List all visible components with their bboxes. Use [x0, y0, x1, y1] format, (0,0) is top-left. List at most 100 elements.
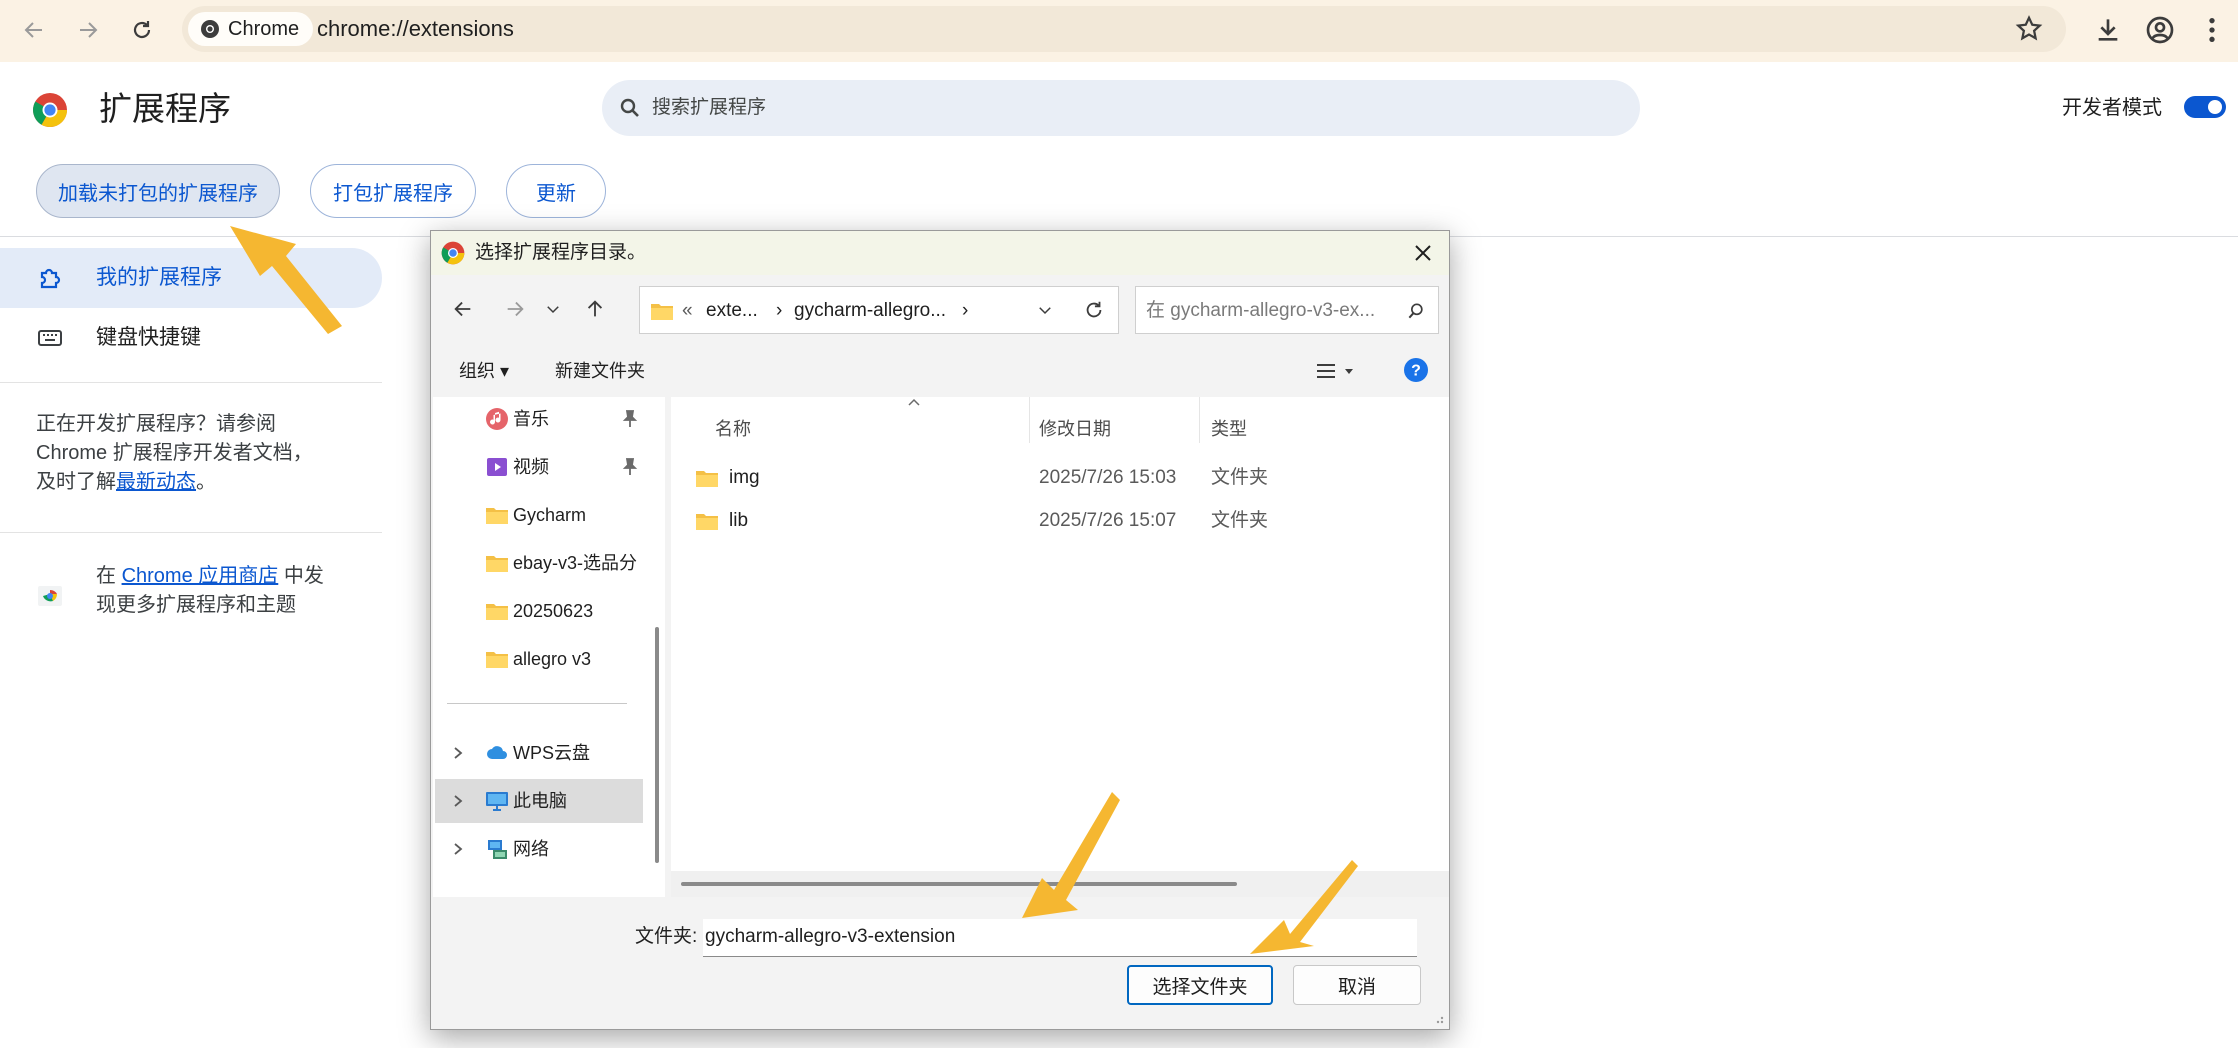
file-date: 2025/7/26 15:03: [1039, 467, 1177, 488]
forward-button[interactable]: [68, 12, 108, 48]
browser-toolbar: Chrome chrome://extensions: [0, 0, 2238, 62]
folder-icon: [486, 508, 508, 524]
view-list-icon[interactable]: [1315, 361, 1337, 381]
url-text: chrome://extensions: [317, 16, 514, 41]
breadcrumb-item[interactable]: exte...: [706, 299, 758, 323]
sidebar-item-keyboard-shortcuts[interactable]: 键盘快捷键: [0, 308, 382, 368]
file-list: 名称 修改日期 类型 img 2025/7/26 15:03 文件夹 lib 2…: [671, 397, 1449, 897]
up-folder-button[interactable]: [579, 293, 611, 325]
address-bar[interactable]: Chrome chrome://extensions: [182, 6, 2066, 52]
dialog-forward-button[interactable]: [499, 293, 531, 325]
nav-item-network[interactable]: 网络: [435, 827, 643, 871]
screen: Chrome chrome://extensions 扩展程序 搜索扩展程序 开…: [0, 0, 2238, 1048]
nav-item-20250623[interactable]: 20250623: [435, 589, 643, 633]
sidebar-item-label: 我的扩展程序: [96, 266, 222, 289]
dialog-back-button[interactable]: [447, 293, 479, 325]
nav-scrollbar[interactable]: [655, 627, 659, 863]
extensions-search[interactable]: 搜索扩展程序: [602, 80, 1640, 136]
folder-icon: [696, 471, 718, 487]
select-folder-dialog: 选择扩展程序目录。 « exte... › gycharm-allegro...…: [430, 230, 1450, 1030]
profile-icon[interactable]: [2144, 14, 2176, 46]
resize-grip-icon[interactable]: [1431, 1011, 1445, 1025]
organize-menu[interactable]: 组织 ▾: [459, 359, 509, 383]
breadcrumb-separator[interactable]: ›: [776, 299, 782, 323]
nav-item-music[interactable]: 音乐: [435, 397, 643, 441]
breadcrumb-separator[interactable]: ›: [962, 299, 968, 323]
music-icon: [486, 408, 508, 430]
close-icon[interactable]: [1411, 241, 1435, 265]
nav-item-this-pc[interactable]: 此电脑: [435, 779, 643, 823]
latest-news-link[interactable]: 最新动态: [116, 471, 196, 493]
nav-item-label: allegro v3: [513, 649, 592, 669]
dialog-title: 选择扩展程序目录。: [475, 242, 647, 263]
file-row[interactable]: img 2025/7/26 15:03 文件夹: [671, 457, 1449, 497]
horizontal-scrollbar[interactable]: [681, 882, 1237, 886]
pin-icon: [622, 410, 638, 427]
web-store-post: 中发: [278, 565, 324, 587]
update-button[interactable]: 更新: [506, 164, 606, 218]
new-folder-button[interactable]: 新建文件夹: [555, 359, 645, 383]
sidebar-divider: [0, 532, 382, 533]
column-header-type[interactable]: 类型: [1211, 417, 1247, 441]
pack-extension-button[interactable]: 打包扩展程序: [310, 164, 476, 218]
dialog-address-bar[interactable]: « exte... › gycharm-allegro... ›: [639, 286, 1119, 334]
nav-item-label: 20250623: [513, 601, 594, 621]
forward-arrow-icon: [80, 22, 98, 38]
chrome-icon: [201, 20, 219, 38]
chrome-web-store-link[interactable]: Chrome 应用商店: [122, 565, 279, 587]
column-separator: [1199, 397, 1200, 443]
view-dropdown-icon[interactable]: [1343, 365, 1355, 377]
cloud-icon: [487, 746, 507, 759]
folder-icon: [486, 652, 508, 668]
folder-name-input[interactable]: gycharm-allegro-v3-extension: [703, 919, 1417, 957]
chrome-logo-icon: [33, 93, 67, 127]
sidebar-item-my-extensions[interactable]: 我的扩展程序: [0, 248, 382, 308]
help-icon[interactable]: ?: [1403, 357, 1429, 383]
dev-docs-line-3: 及时了解最新动态。: [36, 468, 313, 497]
bookmark-star-icon[interactable]: [2014, 14, 2044, 44]
horizontal-scroll-track: [671, 871, 1449, 897]
recent-locations-button[interactable]: [537, 293, 569, 325]
network-icon: [488, 840, 507, 859]
chevron-down-icon: [547, 306, 559, 314]
dev-docs-line-2: Chrome 扩展程序开发者文档，: [36, 442, 313, 464]
nav-item-label: 网络: [513, 839, 549, 859]
back-arrow-icon: [24, 22, 42, 38]
sort-up-icon: [908, 398, 920, 406]
refresh-icon[interactable]: [1083, 299, 1105, 321]
chevron-down-icon[interactable]: [1036, 301, 1054, 319]
nav-item-ebay[interactable]: ebay-v3-选品分: [435, 541, 643, 585]
nav-item-video[interactable]: 视频: [435, 445, 643, 489]
breadcrumb-item[interactable]: gycharm-allegro...: [794, 299, 946, 323]
dev-docs-pre: 及时了解: [36, 471, 116, 493]
dev-mode-toggle[interactable]: [2184, 96, 2226, 118]
download-icon[interactable]: [2092, 14, 2124, 46]
menu-kebab-icon[interactable]: [2196, 14, 2228, 46]
nav-item-gycharm[interactable]: Gycharm: [435, 493, 643, 537]
select-folder-button[interactable]: 选择文件夹: [1127, 965, 1273, 1005]
back-button[interactable]: [14, 12, 54, 48]
video-icon: [487, 458, 507, 476]
reload-button[interactable]: [122, 12, 162, 48]
back-arrow-icon: [454, 301, 471, 317]
search-icon: [1408, 303, 1423, 319]
file-row[interactable]: lib 2025/7/26 15:07 文件夹: [671, 500, 1449, 540]
folder-name-value: gycharm-allegro-v3-extension: [705, 926, 956, 947]
nav-item-allegro[interactable]: allegro v3: [435, 637, 643, 681]
chevron-right-icon[interactable]: [451, 743, 465, 763]
column-header-date[interactable]: 修改日期: [1039, 417, 1111, 441]
breadcrumb-overflow[interactable]: «: [682, 299, 693, 323]
chevron-right-icon[interactable]: [451, 791, 465, 811]
dialog-search-placeholder: 在 gycharm-allegro-v3-ex...: [1146, 300, 1376, 321]
site-chip[interactable]: Chrome: [188, 12, 314, 46]
cancel-button[interactable]: 取消: [1293, 965, 1421, 1005]
folder-label: 文件夹:: [635, 926, 698, 947]
page-title: 扩展程序: [99, 90, 231, 127]
nav-item-wps-cloud[interactable]: WPS云盘: [435, 731, 643, 775]
load-unpacked-button[interactable]: 加载未打包的扩展程序: [36, 164, 280, 218]
file-type: 文件夹: [1211, 510, 1269, 531]
column-header-name[interactable]: 名称: [715, 417, 751, 441]
chevron-right-icon[interactable]: [451, 839, 465, 859]
dialog-search-input[interactable]: 在 gycharm-allegro-v3-ex...: [1135, 286, 1439, 334]
file-date: 2025/7/26 15:07: [1039, 510, 1177, 531]
